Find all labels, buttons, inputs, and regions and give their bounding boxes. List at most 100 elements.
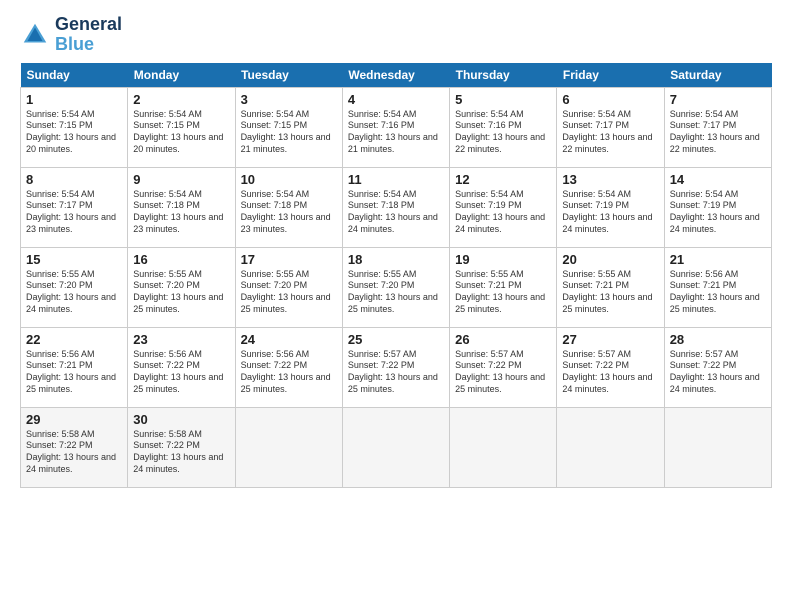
calendar-cell: 3 Sunrise: 5:54 AM Sunset: 7:15 PM Dayli… <box>235 87 342 167</box>
calendar-cell: 30 Sunrise: 5:58 AM Sunset: 7:22 PM Dayl… <box>128 407 235 487</box>
cell-info: Sunrise: 5:58 AM Sunset: 7:22 PM Dayligh… <box>133 429 229 476</box>
calendar-cell: 26 Sunrise: 5:57 AM Sunset: 7:22 PM Dayl… <box>450 327 557 407</box>
calendar-cell: 8 Sunrise: 5:54 AM Sunset: 7:17 PM Dayli… <box>21 167 128 247</box>
cell-info: Sunrise: 5:55 AM Sunset: 7:21 PM Dayligh… <box>562 269 658 316</box>
cell-info: Sunrise: 5:56 AM Sunset: 7:21 PM Dayligh… <box>26 349 122 396</box>
calendar-cell: 24 Sunrise: 5:56 AM Sunset: 7:22 PM Dayl… <box>235 327 342 407</box>
day-number: 2 <box>133 92 229 107</box>
cell-info: Sunrise: 5:57 AM Sunset: 7:22 PM Dayligh… <box>670 349 766 396</box>
day-number: 17 <box>241 252 337 267</box>
calendar-cell: 20 Sunrise: 5:55 AM Sunset: 7:21 PM Dayl… <box>557 247 664 327</box>
cell-info: Sunrise: 5:55 AM Sunset: 7:20 PM Dayligh… <box>348 269 444 316</box>
day-number: 9 <box>133 172 229 187</box>
weekday-header: Thursday <box>450 63 557 88</box>
day-number: 25 <box>348 332 444 347</box>
calendar-cell <box>450 407 557 487</box>
logo-text: General Blue <box>55 15 122 55</box>
day-number: 21 <box>670 252 766 267</box>
calendar-cell: 25 Sunrise: 5:57 AM Sunset: 7:22 PM Dayl… <box>342 327 449 407</box>
calendar-cell: 15 Sunrise: 5:55 AM Sunset: 7:20 PM Dayl… <box>21 247 128 327</box>
day-number: 16 <box>133 252 229 267</box>
day-number: 22 <box>26 332 122 347</box>
logo: General Blue <box>20 15 122 55</box>
calendar-cell: 16 Sunrise: 5:55 AM Sunset: 7:20 PM Dayl… <box>128 247 235 327</box>
logo-icon <box>20 20 50 50</box>
calendar-week-row: 29 Sunrise: 5:58 AM Sunset: 7:22 PM Dayl… <box>21 407 772 487</box>
calendar-cell: 21 Sunrise: 5:56 AM Sunset: 7:21 PM Dayl… <box>664 247 771 327</box>
day-number: 24 <box>241 332 337 347</box>
cell-info: Sunrise: 5:54 AM Sunset: 7:19 PM Dayligh… <box>562 189 658 236</box>
calendar-header: SundayMondayTuesdayWednesdayThursdayFrid… <box>21 63 772 88</box>
calendar-cell: 29 Sunrise: 5:58 AM Sunset: 7:22 PM Dayl… <box>21 407 128 487</box>
calendar-cell: 27 Sunrise: 5:57 AM Sunset: 7:22 PM Dayl… <box>557 327 664 407</box>
day-number: 7 <box>670 92 766 107</box>
calendar-cell: 7 Sunrise: 5:54 AM Sunset: 7:17 PM Dayli… <box>664 87 771 167</box>
calendar-body: 1 Sunrise: 5:54 AM Sunset: 7:15 PM Dayli… <box>21 87 772 487</box>
day-number: 19 <box>455 252 551 267</box>
calendar-table: SundayMondayTuesdayWednesdayThursdayFrid… <box>20 63 772 488</box>
weekday-header: Monday <box>128 63 235 88</box>
cell-info: Sunrise: 5:54 AM Sunset: 7:16 PM Dayligh… <box>455 109 551 156</box>
cell-info: Sunrise: 5:57 AM Sunset: 7:22 PM Dayligh… <box>348 349 444 396</box>
day-number: 12 <box>455 172 551 187</box>
day-number: 18 <box>348 252 444 267</box>
cell-info: Sunrise: 5:57 AM Sunset: 7:22 PM Dayligh… <box>455 349 551 396</box>
cell-info: Sunrise: 5:54 AM Sunset: 7:18 PM Dayligh… <box>348 189 444 236</box>
calendar-cell <box>342 407 449 487</box>
cell-info: Sunrise: 5:58 AM Sunset: 7:22 PM Dayligh… <box>26 429 122 476</box>
day-number: 4 <box>348 92 444 107</box>
calendar-cell <box>557 407 664 487</box>
day-number: 28 <box>670 332 766 347</box>
day-number: 5 <box>455 92 551 107</box>
cell-info: Sunrise: 5:54 AM Sunset: 7:15 PM Dayligh… <box>241 109 337 156</box>
day-number: 26 <box>455 332 551 347</box>
cell-info: Sunrise: 5:55 AM Sunset: 7:20 PM Dayligh… <box>133 269 229 316</box>
weekday-header: Tuesday <box>235 63 342 88</box>
cell-info: Sunrise: 5:54 AM Sunset: 7:19 PM Dayligh… <box>670 189 766 236</box>
cell-info: Sunrise: 5:54 AM Sunset: 7:16 PM Dayligh… <box>348 109 444 156</box>
day-number: 3 <box>241 92 337 107</box>
cell-info: Sunrise: 5:57 AM Sunset: 7:22 PM Dayligh… <box>562 349 658 396</box>
header-row: SundayMondayTuesdayWednesdayThursdayFrid… <box>21 63 772 88</box>
cell-info: Sunrise: 5:54 AM Sunset: 7:17 PM Dayligh… <box>670 109 766 156</box>
cell-info: Sunrise: 5:54 AM Sunset: 7:15 PM Dayligh… <box>133 109 229 156</box>
cell-info: Sunrise: 5:54 AM Sunset: 7:18 PM Dayligh… <box>133 189 229 236</box>
day-number: 1 <box>26 92 122 107</box>
cell-info: Sunrise: 5:56 AM Sunset: 7:21 PM Dayligh… <box>670 269 766 316</box>
calendar-cell: 11 Sunrise: 5:54 AM Sunset: 7:18 PM Dayl… <box>342 167 449 247</box>
calendar-cell: 23 Sunrise: 5:56 AM Sunset: 7:22 PM Dayl… <box>128 327 235 407</box>
calendar-cell: 22 Sunrise: 5:56 AM Sunset: 7:21 PM Dayl… <box>21 327 128 407</box>
cell-info: Sunrise: 5:55 AM Sunset: 7:21 PM Dayligh… <box>455 269 551 316</box>
cell-info: Sunrise: 5:55 AM Sunset: 7:20 PM Dayligh… <box>26 269 122 316</box>
day-number: 14 <box>670 172 766 187</box>
day-number: 8 <box>26 172 122 187</box>
calendar-cell: 1 Sunrise: 5:54 AM Sunset: 7:15 PM Dayli… <box>21 87 128 167</box>
calendar-cell: 17 Sunrise: 5:55 AM Sunset: 7:20 PM Dayl… <box>235 247 342 327</box>
cell-info: Sunrise: 5:54 AM Sunset: 7:17 PM Dayligh… <box>26 189 122 236</box>
calendar-cell: 12 Sunrise: 5:54 AM Sunset: 7:19 PM Dayl… <box>450 167 557 247</box>
cell-info: Sunrise: 5:54 AM Sunset: 7:15 PM Dayligh… <box>26 109 122 156</box>
calendar-cell: 2 Sunrise: 5:54 AM Sunset: 7:15 PM Dayli… <box>128 87 235 167</box>
calendar-cell: 28 Sunrise: 5:57 AM Sunset: 7:22 PM Dayl… <box>664 327 771 407</box>
page: General Blue SundayMondayTuesdayWednesda… <box>0 0 792 612</box>
calendar-week-row: 8 Sunrise: 5:54 AM Sunset: 7:17 PM Dayli… <box>21 167 772 247</box>
cell-info: Sunrise: 5:54 AM Sunset: 7:17 PM Dayligh… <box>562 109 658 156</box>
calendar-cell <box>235 407 342 487</box>
day-number: 11 <box>348 172 444 187</box>
cell-info: Sunrise: 5:55 AM Sunset: 7:20 PM Dayligh… <box>241 269 337 316</box>
day-number: 13 <box>562 172 658 187</box>
header: General Blue <box>20 15 772 55</box>
cell-info: Sunrise: 5:54 AM Sunset: 7:18 PM Dayligh… <box>241 189 337 236</box>
calendar-week-row: 22 Sunrise: 5:56 AM Sunset: 7:21 PM Dayl… <box>21 327 772 407</box>
calendar-week-row: 1 Sunrise: 5:54 AM Sunset: 7:15 PM Dayli… <box>21 87 772 167</box>
calendar-cell: 14 Sunrise: 5:54 AM Sunset: 7:19 PM Dayl… <box>664 167 771 247</box>
calendar-cell: 13 Sunrise: 5:54 AM Sunset: 7:19 PM Dayl… <box>557 167 664 247</box>
weekday-header: Sunday <box>21 63 128 88</box>
calendar-cell: 6 Sunrise: 5:54 AM Sunset: 7:17 PM Dayli… <box>557 87 664 167</box>
day-number: 23 <box>133 332 229 347</box>
calendar-cell: 4 Sunrise: 5:54 AM Sunset: 7:16 PM Dayli… <box>342 87 449 167</box>
day-number: 20 <box>562 252 658 267</box>
day-number: 10 <box>241 172 337 187</box>
calendar-cell: 5 Sunrise: 5:54 AM Sunset: 7:16 PM Dayli… <box>450 87 557 167</box>
calendar-cell: 10 Sunrise: 5:54 AM Sunset: 7:18 PM Dayl… <box>235 167 342 247</box>
